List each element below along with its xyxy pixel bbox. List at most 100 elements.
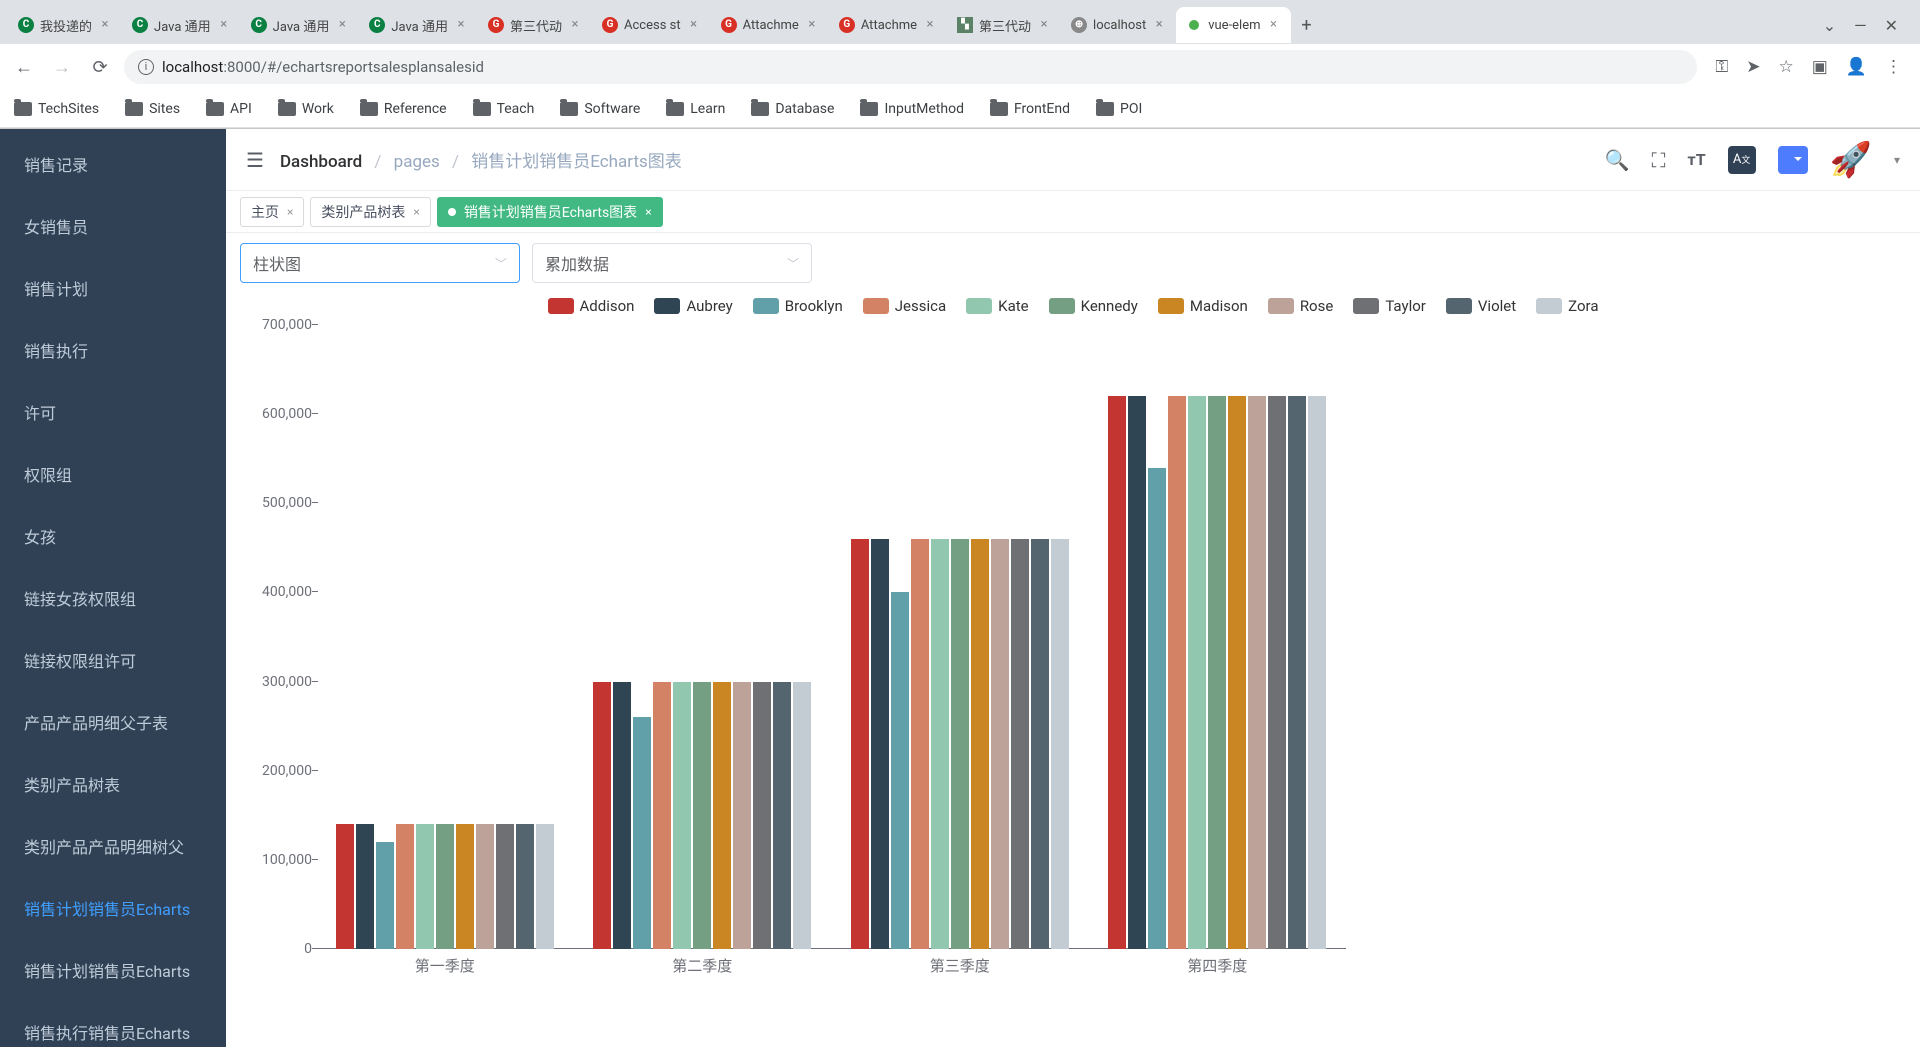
- bar[interactable]: [476, 824, 494, 949]
- bar[interactable]: [911, 539, 929, 949]
- view-tab[interactable]: 类别产品树表×: [310, 197, 430, 227]
- sidebar-item[interactable]: 类别产品产品明细树父: [0, 815, 226, 877]
- fullscreen-icon[interactable]: ⛶: [1652, 148, 1666, 172]
- bookmark-folder[interactable]: Teach: [473, 101, 535, 117]
- browser-tab[interactable]: ⊕localhost×: [1061, 7, 1176, 43]
- sidebar-item[interactable]: 女销售员: [0, 195, 226, 257]
- breadcrumb-root[interactable]: Dashboard: [280, 152, 362, 172]
- bookmark-folder[interactable]: Sites: [125, 101, 180, 117]
- browser-tab[interactable]: ▚第三代动×: [947, 7, 1061, 43]
- bookmark-folder[interactable]: Work: [278, 101, 334, 117]
- breadcrumb-mid[interactable]: pages: [394, 152, 440, 172]
- sidebar-item[interactable]: 销售执行销售员Echarts: [0, 1001, 226, 1047]
- bar[interactable]: [1168, 396, 1186, 949]
- close-icon[interactable]: ×: [1267, 18, 1281, 32]
- sidebar-item[interactable]: 销售计划销售员Echarts: [0, 939, 226, 1001]
- bar[interactable]: [613, 682, 631, 949]
- back-button[interactable]: ←: [10, 57, 38, 78]
- bar[interactable]: [1208, 396, 1226, 949]
- close-icon[interactable]: ×: [568, 18, 582, 32]
- bar[interactable]: [1108, 396, 1126, 949]
- sidebar-item[interactable]: 女孩: [0, 505, 226, 567]
- bar[interactable]: [416, 824, 434, 949]
- legend-item[interactable]: Jessica: [863, 297, 946, 315]
- chart-type-select[interactable]: 柱状图 ﹀: [240, 243, 520, 283]
- bar[interactable]: [1031, 539, 1049, 949]
- bar[interactable]: [793, 682, 811, 949]
- sidebar-item[interactable]: 链接权限组许可: [0, 629, 226, 691]
- bookmark-folder[interactable]: Software: [560, 101, 640, 117]
- sidebar-item[interactable]: 销售执行: [0, 319, 226, 381]
- bar[interactable]: [733, 682, 751, 949]
- bar[interactable]: [693, 682, 711, 949]
- close-icon[interactable]: ×: [687, 18, 701, 32]
- bar[interactable]: [673, 682, 691, 949]
- close-icon[interactable]: ×: [805, 18, 819, 32]
- bar[interactable]: [773, 682, 791, 949]
- browser-tab[interactable]: G第三代动×: [478, 7, 592, 43]
- browser-tab[interactable]: C我投递的×: [8, 7, 122, 43]
- bar[interactable]: [1011, 539, 1029, 949]
- close-icon[interactable]: ✕: [1885, 16, 1898, 35]
- close-icon[interactable]: ×: [287, 205, 293, 219]
- reload-button[interactable]: ⟳: [86, 57, 114, 78]
- legend-item[interactable]: Addison: [548, 297, 635, 315]
- bar[interactable]: [891, 592, 909, 949]
- bar[interactable]: [376, 842, 394, 949]
- bar[interactable]: [1128, 396, 1146, 949]
- sidebar-item[interactable]: 销售计划: [0, 257, 226, 319]
- bookmark-folder[interactable]: Reference: [360, 101, 447, 117]
- browser-tab[interactable]: GAttachme×: [711, 7, 829, 43]
- bar[interactable]: [713, 682, 731, 949]
- close-icon[interactable]: ×: [413, 205, 419, 219]
- forward-button[interactable]: →: [48, 57, 76, 78]
- bar[interactable]: [536, 824, 554, 949]
- legend-item[interactable]: Rose: [1268, 297, 1334, 315]
- sidebar-item[interactable]: 链接女孩权限组: [0, 567, 226, 629]
- bar[interactable]: [436, 824, 454, 949]
- bar[interactable]: [1288, 396, 1306, 949]
- user-dropdown-icon[interactable]: ▾: [1894, 153, 1900, 167]
- bar[interactable]: [871, 539, 889, 949]
- legend-item[interactable]: Zora: [1536, 297, 1598, 315]
- view-tab[interactable]: 销售计划销售员Echarts图表×: [437, 197, 663, 227]
- legend-item[interactable]: Brooklyn: [753, 297, 843, 315]
- bar[interactable]: [1248, 396, 1266, 949]
- send-icon[interactable]: ➤: [1746, 57, 1760, 77]
- legend-item[interactable]: Aubrey: [654, 297, 732, 315]
- bookmark-folder[interactable]: FrontEnd: [990, 101, 1070, 117]
- bar[interactable]: [971, 539, 989, 949]
- bar[interactable]: [753, 682, 771, 949]
- search-icon[interactable]: 🔍: [1605, 148, 1630, 172]
- bar[interactable]: [1051, 539, 1069, 949]
- bar[interactable]: [1148, 468, 1166, 949]
- bar[interactable]: [516, 824, 534, 949]
- new-tab-button[interactable]: +: [1291, 9, 1323, 41]
- bookmark-folder[interactable]: InputMethod: [860, 101, 964, 117]
- reader-icon[interactable]: ▣: [1812, 57, 1828, 77]
- bar[interactable]: [593, 682, 611, 949]
- bookmark-folder[interactable]: Database: [751, 101, 834, 117]
- close-icon[interactable]: ×: [335, 18, 349, 32]
- browser-tab[interactable]: GAttachme×: [829, 7, 947, 43]
- bookmark-folder[interactable]: Learn: [666, 101, 725, 117]
- bookmark-folder[interactable]: API: [206, 101, 252, 117]
- lang-badge[interactable]: A文: [1728, 146, 1756, 174]
- close-icon[interactable]: ×: [98, 18, 112, 32]
- sidebar-item[interactable]: 许可: [0, 381, 226, 443]
- legend-item[interactable]: Taylor: [1353, 297, 1426, 315]
- close-icon[interactable]: ×: [923, 18, 937, 32]
- sidebar-item[interactable]: 销售记录: [0, 133, 226, 195]
- bar[interactable]: [1308, 396, 1326, 949]
- sidebar-item[interactable]: 类别产品树表: [0, 753, 226, 815]
- font-size-icon[interactable]: тT: [1688, 150, 1706, 169]
- theme-select[interactable]: [1778, 146, 1808, 174]
- sidebar-item[interactable]: 销售计划销售员Echarts: [0, 877, 226, 939]
- browser-tab[interactable]: CJava 通用×: [122, 7, 241, 43]
- profile-icon[interactable]: 👤: [1846, 57, 1867, 77]
- sidebar-item[interactable]: 产品产品明细父子表: [0, 691, 226, 753]
- rocket-icon[interactable]: 🚀: [1830, 140, 1872, 180]
- site-info-icon[interactable]: i: [138, 59, 154, 75]
- bar[interactable]: [1268, 396, 1286, 949]
- minimize-icon[interactable]: —: [1854, 16, 1867, 35]
